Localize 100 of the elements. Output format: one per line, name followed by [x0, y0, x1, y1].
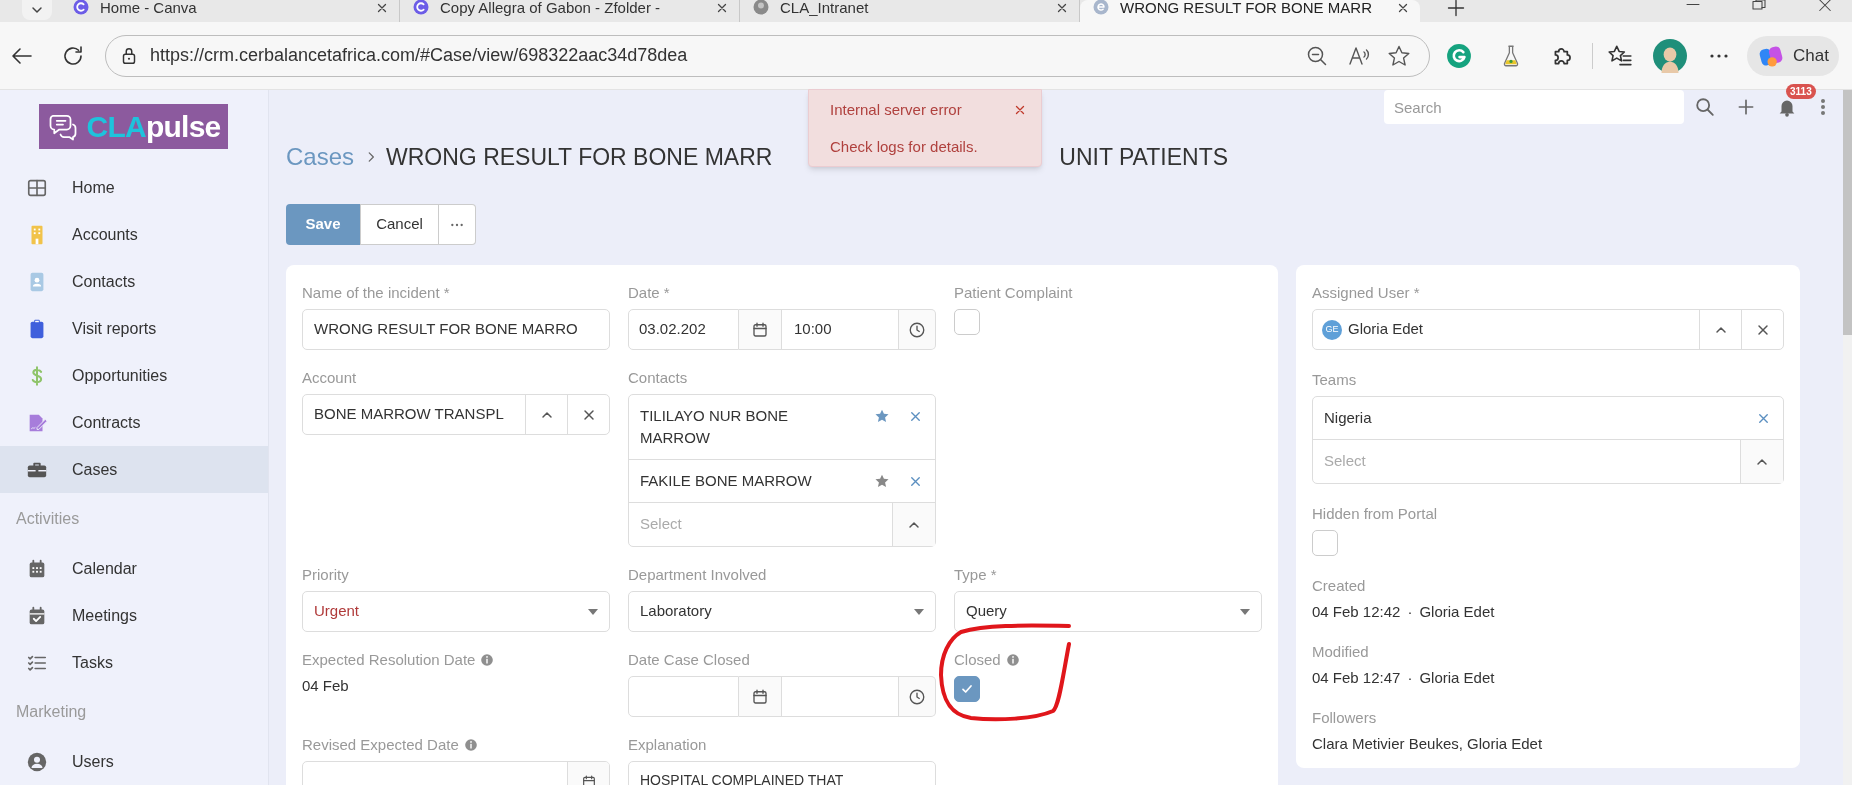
date-field[interactable]: 03.02.202	[628, 309, 739, 350]
search-icon[interactable]	[1694, 96, 1716, 118]
address-bar[interactable]: https://crm.cerbalancetafrica.com/#Case/view/698322aac34d78dea	[105, 34, 1430, 77]
field-label: Closed	[954, 649, 1001, 670]
toast-message: Check logs for details.	[830, 137, 979, 157]
info-icon[interactable]	[463, 738, 478, 752]
tab-favicon-icon	[752, 0, 770, 16]
field-label: Assigned User *	[1312, 282, 1420, 303]
field-label: Followers	[1312, 707, 1377, 728]
chat-button[interactable]: Chat	[1747, 35, 1839, 76]
star-icon[interactable]	[874, 473, 890, 489]
dropdown-caret-icon	[588, 608, 598, 615]
field-value: ·	[1407, 668, 1413, 688]
list-item[interactable]: FAKILE BONE MARROW	[629, 460, 935, 503]
more-vertical-icon[interactable]	[1820, 97, 1826, 117]
field-value: 04 Feb 12:42	[1312, 602, 1401, 622]
calendar-button[interactable]	[739, 676, 781, 717]
star-icon[interactable]	[874, 408, 890, 424]
info-icon[interactable]	[1005, 653, 1020, 667]
tab-actions-button[interactable]	[22, 0, 52, 20]
nav-item[interactable]: Contracts	[0, 399, 268, 446]
dropdown[interactable]: Query	[954, 591, 1262, 632]
field-label: Account	[302, 367, 357, 388]
nav-item[interactable]: Contacts	[0, 258, 268, 305]
list-item[interactable]: Nigeria	[1313, 397, 1783, 440]
field-label: Date Case Closed	[628, 649, 750, 670]
field-label: Date *	[628, 282, 670, 303]
search-field[interactable]: Search	[1384, 90, 1684, 124]
field-label: Name of the incident *	[302, 282, 450, 303]
scrollbar-thumb[interactable]	[1843, 90, 1852, 335]
time-field[interactable]	[781, 676, 899, 717]
user-select-field[interactable]: GE Gloria Edet	[1312, 309, 1784, 350]
grammar-extension-icon[interactable]	[1446, 42, 1472, 69]
field-value: Gloria Edet	[1419, 668, 1495, 688]
nav-item[interactable]: Calendar	[0, 545, 268, 592]
field-value: 04 Feb	[302, 676, 349, 696]
checkbox[interactable]	[1312, 530, 1338, 556]
select-field[interactable]: BONE MARROW TRANSPL	[302, 394, 610, 435]
time-field[interactable]: 10:00	[781, 309, 899, 350]
nav-item[interactable]: Accounts	[0, 211, 268, 258]
nav-item[interactable]: Users	[0, 738, 268, 785]
logo-text: CLApulse	[86, 111, 221, 142]
field-label: Hidden from Portal	[1312, 503, 1438, 524]
field-label: Contacts	[628, 367, 688, 388]
logo-banner[interactable]: CLApulse	[39, 104, 228, 149]
field-label: Type *	[954, 564, 997, 585]
clock-button[interactable]	[899, 309, 936, 350]
text-area[interactable]: HOSPITAL COMPLAINED THAT	[628, 761, 936, 785]
new-tab-icon[interactable]	[1446, 0, 1466, 18]
remove-icon[interactable]	[1756, 411, 1771, 426]
tab-favicon-icon	[72, 0, 90, 16]
field-label: Revised Expected Date	[302, 734, 459, 755]
field-label: Department Involved	[628, 564, 767, 585]
nav-item[interactable]: Opportunities	[0, 352, 268, 399]
dropdown[interactable]: Urgent	[302, 591, 610, 632]
dropdown-caret-icon	[1240, 608, 1250, 615]
info-icon[interactable]	[480, 653, 495, 667]
user-name: Gloria Edet	[1348, 319, 1424, 340]
plus-icon[interactable]	[1736, 97, 1756, 117]
close-icon[interactable]	[1396, 1, 1410, 15]
nav-item[interactable]: Visit reports	[0, 305, 268, 352]
nav-item[interactable]: Meetings	[0, 592, 268, 639]
field-value: ·	[1407, 602, 1413, 622]
page-title: WRONG RESULT FOR BONE MARR	[386, 142, 773, 172]
field-label: Patient Complaint	[954, 282, 1073, 303]
close-icon[interactable]	[375, 1, 389, 15]
list-item[interactable]: TILILAYO NUR BONE MARROW	[629, 395, 935, 460]
profile-avatar[interactable]	[1653, 38, 1687, 73]
remove-icon[interactable]	[908, 409, 923, 424]
url-text: https://crm.cerbalancetafrica.com/#Case/view/698322aac34d78dea	[150, 44, 689, 67]
remove-icon[interactable]	[908, 474, 923, 489]
calendar-button[interactable]	[739, 309, 781, 350]
nav-item[interactable]: Tasks	[0, 639, 268, 686]
checkbox[interactable]	[954, 676, 980, 702]
section-heading: Marketing	[16, 702, 87, 722]
date-field[interactable]	[628, 676, 739, 717]
clock-icon	[908, 320, 926, 339]
nav-item[interactable]: Cases	[0, 446, 268, 493]
field-label: Modified	[1312, 641, 1369, 662]
checkbox[interactable]	[954, 309, 980, 335]
page-title: UNIT PATIENTS	[1059, 142, 1229, 172]
nav-item[interactable]: Home	[0, 164, 268, 211]
toast-title: Internal server error	[830, 99, 962, 120]
dropdown-caret-icon	[914, 608, 924, 615]
cancel-button[interactable]: Cancel	[360, 204, 439, 245]
field-label: Created	[1312, 575, 1366, 596]
calendar-icon	[751, 687, 769, 706]
close-icon[interactable]	[1055, 1, 1069, 15]
browser-tab[interactable]: WRONG RESULT FOR BONE MARR	[1080, 0, 1420, 22]
close-icon[interactable]	[1013, 103, 1027, 117]
field-label: Teams	[1312, 369, 1357, 390]
user-avatar: GE	[1322, 319, 1342, 340]
favorite-star-icon[interactable]	[1387, 43, 1411, 68]
close-icon[interactable]	[715, 1, 729, 15]
reload-icon[interactable]	[61, 43, 85, 68]
dropdown[interactable]: Laboratory	[628, 591, 936, 632]
text-field[interactable]: WRONG RESULT FOR BONE MARRO	[302, 309, 610, 350]
scrollbar-track[interactable]	[1843, 90, 1852, 785]
clock-button[interactable]	[899, 676, 936, 717]
notification-badge: 3113	[1786, 84, 1816, 99]
